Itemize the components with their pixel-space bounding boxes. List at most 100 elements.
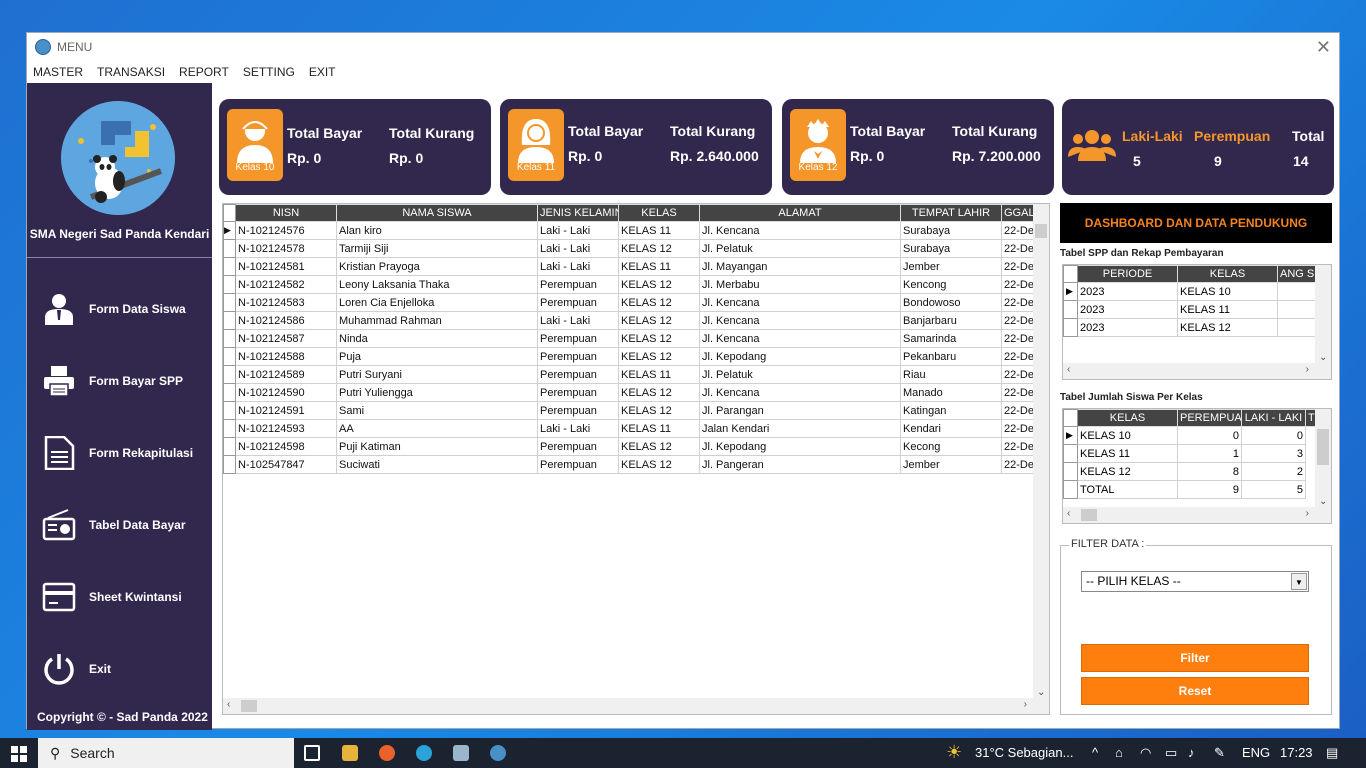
col-header-anggaran-spp[interactable]: ANG SP [1277, 265, 1316, 283]
table-cell[interactable]: Perempuan [537, 401, 619, 420]
table-cell[interactable]: 22-De [1001, 383, 1037, 402]
table-cell[interactable]: Jember [900, 455, 1002, 474]
row-header[interactable] [223, 455, 236, 474]
language-indicator[interactable]: ENG [1242, 745, 1270, 760]
weather-text[interactable]: 31°C Sebagian... [975, 745, 1073, 760]
table-cell[interactable]: Laki - Laki [537, 221, 619, 240]
col-header-tempat-lahir[interactable]: TEMPAT LAHIR [900, 204, 1002, 222]
table-cell[interactable]: KELAS 12 [618, 293, 700, 312]
table-row[interactable]: N-102124589 Putri Suryani Perempuan KELAS 1… [223, 365, 1037, 384]
teams-icon[interactable]: ⌂ [1115, 745, 1123, 760]
battery-icon[interactable]: ▭ [1165, 745, 1177, 761]
table-cell[interactable]: Putri Suryani [336, 365, 538, 384]
clock[interactable]: 17:23 [1280, 745, 1313, 760]
col-header-total[interactable]: T [1305, 409, 1316, 427]
table-cell[interactable]: 22-De [1001, 365, 1037, 384]
table-cell[interactable]: KELAS 12 [618, 329, 700, 348]
menu-transaksi[interactable]: TRANSAKSI [97, 65, 165, 79]
table-cell[interactable]: KELAS 11 [618, 365, 700, 384]
table-cell[interactable]: Perempuan [537, 329, 619, 348]
sidebar-item-form-bayar-spp[interactable]: Form Bayar SPP [41, 363, 183, 399]
table-row[interactable]: N-102124593 AA Laki - Laki KELAS 11 Jalan Ke… [223, 419, 1037, 438]
menu-report[interactable]: REPORT [179, 65, 229, 79]
table-cell[interactable]: Jl. Pelatuk [699, 365, 901, 384]
table-cell[interactable]: Jember [900, 257, 1002, 276]
row-header[interactable] [223, 293, 236, 312]
table-cell[interactable]: Katingan [900, 401, 1002, 420]
col-header-jenis-kelamin[interactable]: JENIS KELAMIN [537, 204, 619, 222]
table-cell[interactable]: Jl. Pangeran [699, 455, 901, 474]
table-cell[interactable]: KELAS 12 [618, 239, 700, 258]
col-header-kelas[interactable]: KELAS [1077, 409, 1178, 427]
kelas-select[interactable]: -- PILIH KELAS -- ▼ [1081, 571, 1309, 592]
table-cell[interactable]: KELAS 11 [618, 221, 700, 240]
table-cell[interactable]: N-102124582 [235, 275, 337, 294]
table-cell[interactable]: 22-De [1001, 329, 1037, 348]
table-cell[interactable]: 22-De [1001, 221, 1037, 240]
table-cell[interactable]: Jl. Kencana [699, 383, 901, 402]
table-cell[interactable]: Perempuan [537, 293, 619, 312]
col-header-periode[interactable]: PERIODE [1077, 265, 1178, 283]
table-row[interactable]: KELAS 12 8 2 [1063, 462, 1316, 481]
table-cell[interactable]: Surabaya [900, 221, 1002, 240]
table-cell[interactable]: Sami [336, 401, 538, 420]
table-cell[interactable]: 2 [1241, 462, 1306, 481]
table-cell[interactable]: Pekanbaru [900, 347, 1002, 366]
col-header-nisn[interactable]: NISN [235, 204, 337, 222]
row-header[interactable] [223, 275, 236, 294]
table-cell[interactable]: Laki - Laki [537, 257, 619, 276]
table-cell[interactable]: KELAS 12 [618, 311, 700, 330]
photos-icon[interactable] [453, 745, 469, 761]
table-cell[interactable]: Jl. Parangan [699, 401, 901, 420]
table-row[interactable]: N-102547847 Suciwati Perempuan KELAS 12 Jl. … [223, 455, 1037, 474]
table-cell[interactable]: N-102547847 [235, 455, 337, 474]
firefox-icon[interactable] [379, 745, 395, 761]
table-cell[interactable]: Suciwati [336, 455, 538, 474]
table-cell[interactable]: N-102124576 [235, 221, 337, 240]
menu-setting[interactable]: SETTING [243, 65, 295, 79]
table-cell[interactable]: KELAS 10 [1177, 282, 1278, 301]
table-cell[interactable]: Jl. Mayangan [699, 257, 901, 276]
table-row[interactable]: N-102124582 Leony Laksania Thaka Perempuan… [223, 275, 1037, 294]
table-cell[interactable]: 22-De [1001, 257, 1037, 276]
table-cell[interactable]: N-102124593 [235, 419, 337, 438]
table-cell[interactable]: KELAS 12 [618, 437, 700, 456]
table-cell[interactable]: KELAS 11 [618, 419, 700, 438]
task-view-icon[interactable] [304, 745, 320, 761]
table-row[interactable]: N-102124586 Muhammad Rahman Laki - Laki KEL… [223, 311, 1037, 330]
scroll-left-icon[interactable]: ‹ [227, 699, 230, 710]
table-cell[interactable]: N-102124583 [235, 293, 337, 312]
table-cell[interactable]: Perempuan [537, 383, 619, 402]
table-cell[interactable]: Putri Yuliengga [336, 383, 538, 402]
table-cell[interactable]: Jl. Kencana [699, 293, 901, 312]
table-cell[interactable]: 22-De [1001, 311, 1037, 330]
table-cell[interactable]: Tarmiji Siji [336, 239, 538, 258]
col-header-laki-laki[interactable]: LAKI - LAKI [1241, 409, 1306, 427]
table-cell[interactable]: Jl. Pelatuk [699, 239, 901, 258]
scroll-down-icon[interactable]: ⌄ [1319, 352, 1327, 363]
spp-vertical-scrollbar[interactable]: ⌄ [1315, 265, 1331, 365]
table-cell[interactable]: KELAS 12 [618, 347, 700, 366]
table-cell[interactable]: KELAS 12 [618, 383, 700, 402]
sidebar-item-exit[interactable]: Exit [41, 651, 111, 687]
table-cell[interactable]: 2023 [1077, 282, 1178, 301]
row-header[interactable] [223, 419, 236, 438]
table-cell[interactable]: Kendari [900, 419, 1002, 438]
table-cell[interactable]: AA [336, 419, 538, 438]
scroll-down-icon[interactable]: ⌄ [1037, 687, 1045, 698]
table-cell[interactable]: 22-De [1001, 275, 1037, 294]
wifi-icon[interactable]: ◠ [1140, 745, 1151, 761]
table-cell[interactable]: Puja [336, 347, 538, 366]
table-cell[interactable]: Bondowoso [900, 293, 1002, 312]
spp-horizontal-scrollbar[interactable]: ‹ › [1063, 363, 1331, 379]
windows-start-icon[interactable] [11, 746, 27, 765]
col-header-kelas[interactable]: KELAS [618, 204, 700, 222]
table-cell[interactable]: N-102124587 [235, 329, 337, 348]
sidebar-item-form-data-siswa[interactable]: Form Data Siswa [41, 291, 186, 327]
table-cell[interactable]: Jl. Kencana [699, 329, 901, 348]
table-cell[interactable]: N-102124578 [235, 239, 337, 258]
table-cell[interactable]: 22-De [1001, 347, 1037, 366]
table-row[interactable]: TOTAL 9 5 [1063, 480, 1316, 499]
table-cell[interactable]: Muhammad Rahman [336, 311, 538, 330]
student-data-grid[interactable]: NISN NAMA SISWA JENIS KELAMIN KELAS ALAM… [222, 203, 1050, 715]
